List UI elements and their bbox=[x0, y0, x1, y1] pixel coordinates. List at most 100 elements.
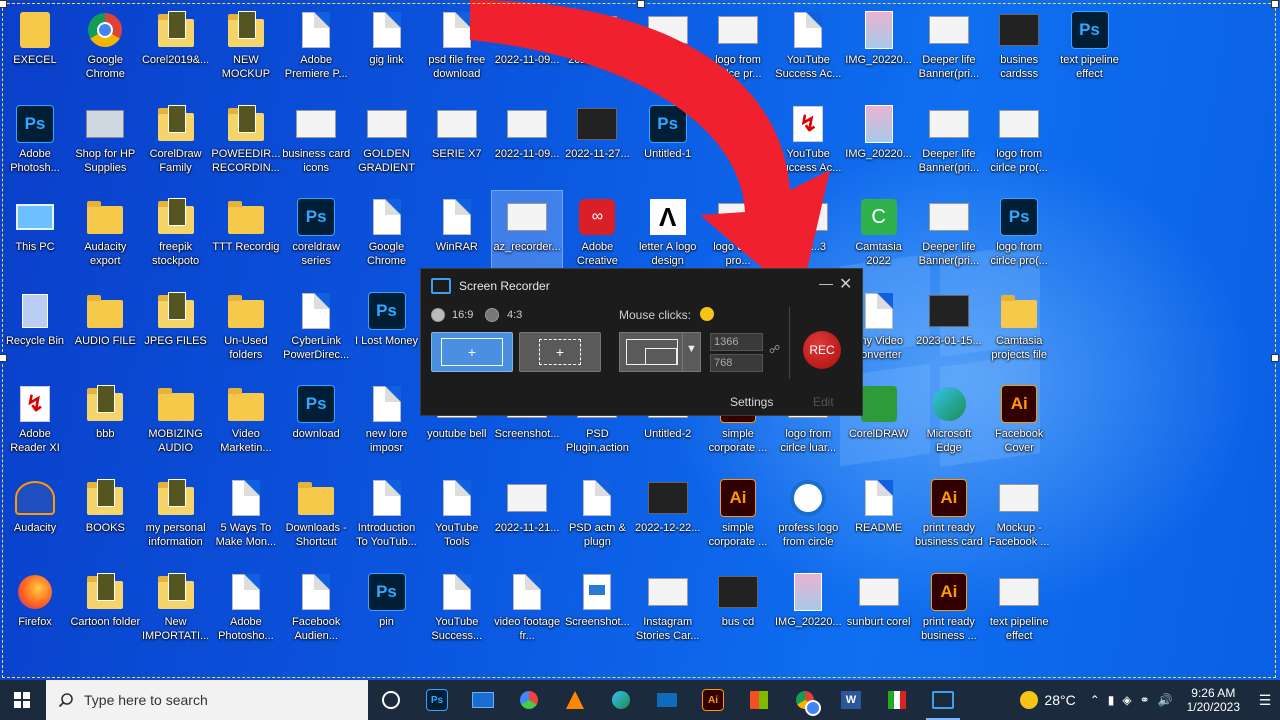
taskbar-chrome[interactable] bbox=[782, 680, 828, 720]
desktop-icon[interactable]: Recycle Bin bbox=[0, 285, 70, 379]
rec-button[interactable]: REC bbox=[803, 331, 841, 369]
desktop-icon[interactable]: POWEEDIR... RECORDIN... bbox=[211, 98, 281, 192]
desktop-icon[interactable]: Adobe Photosho... bbox=[211, 566, 281, 660]
desktop-icon[interactable]: bbb bbox=[70, 378, 140, 472]
globe-icon[interactable]: ⚭ bbox=[1140, 693, 1150, 707]
desktop-icon[interactable]: Ai print ready business card bbox=[914, 472, 984, 566]
desktop-icon[interactable]: video footage fr... bbox=[492, 566, 562, 660]
region-preset-dropdown[interactable]: ▼ bbox=[619, 332, 701, 372]
taskbar-screen-recorder[interactable] bbox=[920, 680, 966, 720]
desktop-icon[interactable]: my personal information bbox=[141, 472, 211, 566]
taskbar-word[interactable]: W bbox=[828, 680, 874, 720]
desktop-icon[interactable]: Ps download bbox=[281, 378, 351, 472]
desktop-icon[interactable]: Ps coreldraw series bbox=[281, 191, 351, 285]
desktop-icon[interactable]: ↯ Adobe Reader XI bbox=[0, 378, 70, 472]
desktop-icon[interactable]: Shop for HP Supplies bbox=[70, 98, 140, 192]
desktop-icon[interactable]: psd file free download bbox=[422, 4, 492, 98]
desktop-icon[interactable]: busines cardsss bbox=[984, 4, 1054, 98]
network-icon[interactable]: ◈ bbox=[1122, 693, 1131, 707]
desktop-icon[interactable]: Ps I Lost Money bbox=[352, 285, 422, 379]
desktop-icon[interactable]: gig link bbox=[352, 4, 422, 98]
desktop-icon[interactable]: text pipeline effect bbox=[984, 566, 1054, 660]
desktop-icon[interactable]: logo from cirlce pro(... bbox=[984, 98, 1054, 192]
taskbar-vlc[interactable] bbox=[552, 680, 598, 720]
width-input[interactable]: 1366 bbox=[710, 333, 763, 351]
desktop-icon[interactable]: TTT Recordig bbox=[211, 191, 281, 285]
desktop-icon[interactable]: sunburt corel bbox=[844, 566, 914, 660]
taskbar-mail-app[interactable] bbox=[460, 680, 506, 720]
desktop-icon[interactable]: 2022-11-21... bbox=[492, 472, 562, 566]
desktop-icon[interactable]: Ps Untitled-1 bbox=[633, 98, 703, 192]
desktop-icon[interactable]: EXECEL bbox=[0, 4, 70, 98]
desktop-icon[interactable]: 2022-11-27... bbox=[562, 98, 632, 192]
ratio-4-3-radio[interactable] bbox=[485, 308, 499, 322]
desktop-icon[interactable]: business card icons bbox=[281, 98, 351, 192]
desktop-icon[interactable]: Video Marketin... bbox=[211, 378, 281, 472]
desktop-icon[interactable]: Audacity bbox=[0, 472, 70, 566]
desktop-icon[interactable]: Facebook Audien... bbox=[281, 566, 351, 660]
desktop-icon[interactable]: Cartoon folder bbox=[70, 566, 140, 660]
desktop-icon[interactable]: 2023-01-15... bbox=[914, 285, 984, 379]
desktop-icon[interactable]: Ps Adobe Photosh... bbox=[0, 98, 70, 192]
ratio-16-9-radio[interactable] bbox=[431, 308, 445, 322]
desktop-icon[interactable]: This PC bbox=[0, 191, 70, 285]
desktop-icon[interactable]: 5 Ways To Make Mon... bbox=[211, 472, 281, 566]
desktop-icon[interactable] bbox=[633, 4, 703, 98]
desktop-icon[interactable]: Screenshot... bbox=[562, 566, 632, 660]
desktop-icon[interactable]: Audacity export bbox=[70, 191, 140, 285]
chevron-up-icon[interactable]: ⌃ bbox=[1090, 693, 1100, 707]
desktop-icon[interactable]: 2022-12-22... bbox=[633, 472, 703, 566]
desktop-icon[interactable]: YouTube Success Ac... bbox=[773, 4, 843, 98]
desktop-icon[interactable]: Ai Facebook Cover bbox=[984, 378, 1054, 472]
desktop-icon[interactable]: YouTube Success... bbox=[422, 566, 492, 660]
start-button[interactable] bbox=[0, 680, 44, 720]
mouse-clicks-indicator-icon[interactable] bbox=[700, 307, 714, 321]
desktop-icon[interactable]: ↯ YouTube Success Ac... bbox=[773, 98, 843, 192]
desktop-icon[interactable]: 2022-11-09... bbox=[492, 4, 562, 98]
resize-handle[interactable] bbox=[1271, 0, 1279, 8]
desktop-icon[interactable]: Google Chrome bbox=[352, 191, 422, 285]
desktop-icon[interactable]: 2022-11-2... bbox=[562, 4, 632, 98]
desktop-icon[interactable]: Ai print ready business ... bbox=[914, 566, 984, 660]
desktop-icon[interactable]: Un-Used folders bbox=[211, 285, 281, 379]
desktop-icon[interactable]: logo from cirlce pr... bbox=[703, 4, 773, 98]
desktop-icon[interactable]: bus cd bbox=[703, 566, 773, 660]
desktop-icon[interactable]: new lore imposr bbox=[352, 378, 422, 472]
desktop-icon[interactable]: README bbox=[844, 472, 914, 566]
desktop-icon[interactable]: IMG_20220... bbox=[844, 4, 914, 98]
desktop-icon[interactable]: freepik stockpoto bbox=[141, 191, 211, 285]
taskbar-davinci[interactable] bbox=[506, 680, 552, 720]
resize-handle[interactable] bbox=[1271, 354, 1279, 362]
taskbar-photoshop[interactable]: Ps bbox=[414, 680, 460, 720]
desktop-icon[interactable]: Introduction To YouTub... bbox=[352, 472, 422, 566]
desktop-icon[interactable]: SERIE X7 bbox=[422, 98, 492, 192]
minimize-button[interactable]: — bbox=[819, 275, 833, 291]
taskbar-edge[interactable] bbox=[598, 680, 644, 720]
taskbar-search-box[interactable]: Type here to search bbox=[46, 680, 368, 720]
height-input[interactable]: 768 bbox=[710, 354, 763, 372]
desktop-icon[interactable]: Ps text pipeline effect bbox=[1055, 4, 1125, 98]
lock-aspect-icon[interactable]: ☍ bbox=[769, 343, 780, 356]
desktop-icon[interactable]: Deeper life Banner(pri... bbox=[914, 4, 984, 98]
desktop-icon[interactable]: Deeper life Banner(pri... bbox=[914, 191, 984, 285]
desktop-icon[interactable]: PSD actn & plugn bbox=[562, 472, 632, 566]
close-button[interactable]: ✕ bbox=[839, 274, 852, 294]
desktop-icon[interactable]: Google Chrome bbox=[70, 4, 140, 98]
settings-link[interactable]: Settings bbox=[730, 395, 773, 409]
desktop-icon[interactable]: Microsoft Edge bbox=[914, 378, 984, 472]
desktop-icon[interactable]: Camtasia projects file bbox=[984, 285, 1054, 379]
desktop-icon[interactable]: 2022-11-09... bbox=[492, 98, 562, 192]
desktop-icon[interactable]: New IMPORTATI... bbox=[141, 566, 211, 660]
desktop-icon[interactable]: CyberLink PowerDirec... bbox=[281, 285, 351, 379]
clock[interactable]: 9:26 AM 1/20/2023 bbox=[1187, 686, 1240, 714]
desktop-icon[interactable]: Downloads - Shortcut bbox=[281, 472, 351, 566]
taskbar-illustrator[interactable]: Ai bbox=[690, 680, 736, 720]
desktop-icon[interactable]: Firefox bbox=[0, 566, 70, 660]
desktop-icon[interactable]: MOBIZING AUDIO bbox=[141, 378, 211, 472]
desktop-icon[interactable]: Ai simple corporate ... bbox=[703, 472, 773, 566]
desktop-icon[interactable]: Instagram Stories Car... bbox=[633, 566, 703, 660]
resize-handle[interactable] bbox=[0, 354, 7, 362]
resize-handle[interactable] bbox=[0, 0, 7, 8]
desktop-icon[interactable]: profess logo from circle bbox=[773, 472, 843, 566]
full-screen-button[interactable]: + bbox=[431, 332, 513, 372]
